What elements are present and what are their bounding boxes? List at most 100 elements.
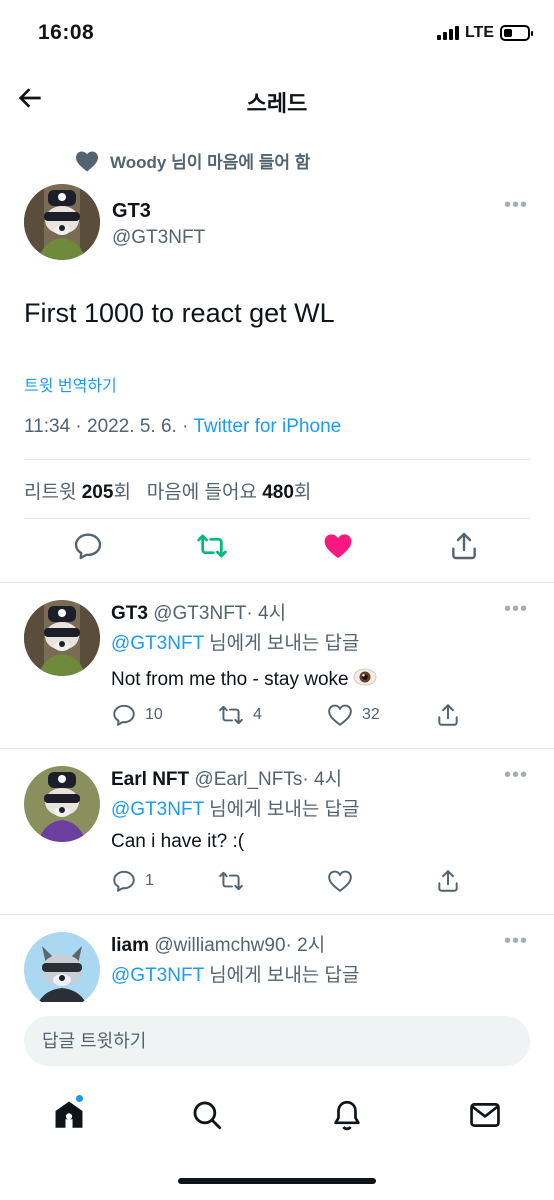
- tweet-timestamp: 11:34 · 2022. 5. 6. ·: [24, 416, 194, 437]
- avatar[interactable]: [24, 184, 100, 260]
- like-button[interactable]: [322, 530, 354, 562]
- tweet-meta: 11:34 · 2022. 5. 6. · Twitter for iPhone: [24, 416, 341, 438]
- mention-link[interactable]: @GT3NFT: [111, 633, 204, 654]
- share-button[interactable]: [435, 868, 461, 894]
- retweet-count: 4: [253, 706, 262, 723]
- network-label: LTE: [464, 24, 494, 41]
- divider: [0, 914, 554, 915]
- reply-header: liam @williamchw90· 2시: [111, 930, 325, 957]
- retweets-stat[interactable]: 리트윗 205회: [24, 482, 131, 503]
- author-name[interactable]: GT3: [112, 200, 151, 223]
- heart-icon: [76, 151, 98, 171]
- replying-to-suffix: 님에게 보내는 답글: [203, 965, 360, 986]
- author-handle[interactable]: @GT3NFT: [112, 227, 205, 249]
- status-indicators: LTE: [436, 24, 533, 42]
- retweet-button[interactable]: [217, 868, 253, 894]
- divider: [24, 459, 530, 460]
- avatar[interactable]: [24, 600, 100, 676]
- author-handle[interactable]: @GT3NFT: [153, 603, 246, 624]
- divider: [0, 582, 554, 583]
- divider: [24, 518, 530, 519]
- reply-composer: [24, 1016, 530, 1066]
- replying-to: @GT3NFT 님에게 보내는 답글: [111, 628, 360, 655]
- tweet-stats: 리트윗 205회 마음에 들어요 480회: [24, 477, 311, 504]
- retweet-button[interactable]: 4: [217, 702, 262, 728]
- retweet-button[interactable]: [196, 530, 228, 562]
- reply-header: GT3 @GT3NFT· 4시: [111, 598, 286, 625]
- tab-notifications[interactable]: [330, 1098, 364, 1132]
- more-options-icon[interactable]: •••: [504, 194, 528, 217]
- social-context[interactable]: Woody 님이 마음에 들어 함: [74, 148, 310, 173]
- status-time: 16:08: [38, 21, 95, 44]
- eye-emoji-icon: [353, 668, 376, 686]
- tab-search[interactable]: [190, 1098, 224, 1132]
- mention-link[interactable]: @GT3NFT: [111, 965, 204, 986]
- more-options-icon[interactable]: •••: [504, 930, 528, 953]
- tab-messages[interactable]: [468, 1098, 502, 1132]
- share-icon: [438, 870, 458, 892]
- search-icon: [193, 1101, 222, 1130]
- retweets-unit: 회: [113, 482, 131, 503]
- reply-button[interactable]: 1: [111, 868, 154, 894]
- reply-button[interactable]: 10: [111, 702, 163, 728]
- mail-icon: [470, 1103, 500, 1127]
- speech-bubble-icon: [113, 870, 135, 892]
- bell-icon: [334, 1100, 360, 1131]
- more-options-icon[interactable]: •••: [504, 764, 528, 787]
- reply-count: 10: [145, 706, 163, 723]
- page-title: 스레드: [246, 91, 308, 116]
- reply-time: · 4시: [302, 769, 343, 790]
- author-name[interactable]: GT3: [111, 603, 148, 624]
- home-indicator: [178, 1178, 376, 1184]
- likes-label: 마음에 들어요: [146, 482, 257, 503]
- signal-icon: [436, 26, 459, 40]
- home-icon: [55, 1101, 83, 1128]
- mention-link[interactable]: @GT3NFT: [111, 799, 204, 820]
- reply-tweet[interactable]: GT3 @GT3NFT· 4시 ••• @GT3NFT 님에게 보내는 답글 N…: [0, 584, 554, 746]
- avatar[interactable]: [24, 766, 100, 842]
- reply-count: 1: [145, 872, 154, 889]
- tweet-source-link[interactable]: Twitter for iPhone: [193, 416, 341, 437]
- retweets-count: 205: [81, 482, 114, 503]
- tab-home[interactable]: [52, 1094, 86, 1132]
- reply-header: Earl NFT @Earl_NFTs· 4시: [111, 764, 342, 791]
- author-handle[interactable]: @williamchw90: [154, 935, 285, 956]
- battery-icon: [500, 25, 533, 41]
- likes-unit: 회: [293, 482, 312, 503]
- share-button[interactable]: [448, 530, 480, 562]
- like-button[interactable]: [326, 868, 362, 894]
- more-options-icon[interactable]: •••: [504, 598, 528, 621]
- avatar[interactable]: [24, 932, 100, 1002]
- nav-header: 스레드: [0, 72, 554, 124]
- replying-to-suffix: 님에게 보내는 답글: [203, 633, 360, 654]
- share-button[interactable]: [435, 702, 461, 728]
- share-icon: [452, 532, 476, 560]
- divider: [0, 748, 554, 749]
- notification-dot: [75, 1094, 84, 1103]
- speech-bubble-icon: [74, 533, 102, 560]
- like-count: 32: [362, 706, 380, 723]
- liked-by-text: Woody 님이 마음에 들어 함: [110, 153, 311, 172]
- likes-count: 480: [262, 482, 294, 503]
- reply-text: Not from me tho - stay woke: [111, 665, 377, 691]
- reply-text: Can i have it? :(: [111, 831, 245, 852]
- share-icon: [438, 704, 458, 726]
- author-name[interactable]: Earl NFT: [111, 769, 189, 790]
- retweets-label: 리트윗: [24, 482, 77, 503]
- reply-input[interactable]: [24, 1016, 530, 1066]
- author-name[interactable]: liam: [111, 935, 149, 956]
- reply-tweet[interactable]: liam @williamchw90· 2시 ••• @GT3NFT 님에게 보…: [0, 916, 554, 1002]
- replying-to: @GT3NFT 님에게 보내는 답글: [111, 794, 360, 821]
- heart-icon: [324, 534, 352, 558]
- reply-actions: 10 4 32: [111, 702, 471, 730]
- like-button[interactable]: 32: [326, 702, 380, 728]
- heart-icon: [328, 704, 352, 726]
- likes-stat[interactable]: 마음에 들어요 480회: [147, 482, 312, 503]
- reply-text-content: Not from me tho - stay woke: [111, 669, 349, 690]
- tweet-actions: [24, 530, 530, 570]
- author-handle[interactable]: @Earl_NFTs: [194, 769, 302, 790]
- reply-tweet[interactable]: Earl NFT @Earl_NFTs· 4시 ••• @GT3NFT 님에게 …: [0, 750, 554, 912]
- reply-button[interactable]: [72, 530, 104, 562]
- reply-time: · 4시: [246, 603, 287, 624]
- translate-link[interactable]: 트윗 번역하기: [24, 372, 117, 396]
